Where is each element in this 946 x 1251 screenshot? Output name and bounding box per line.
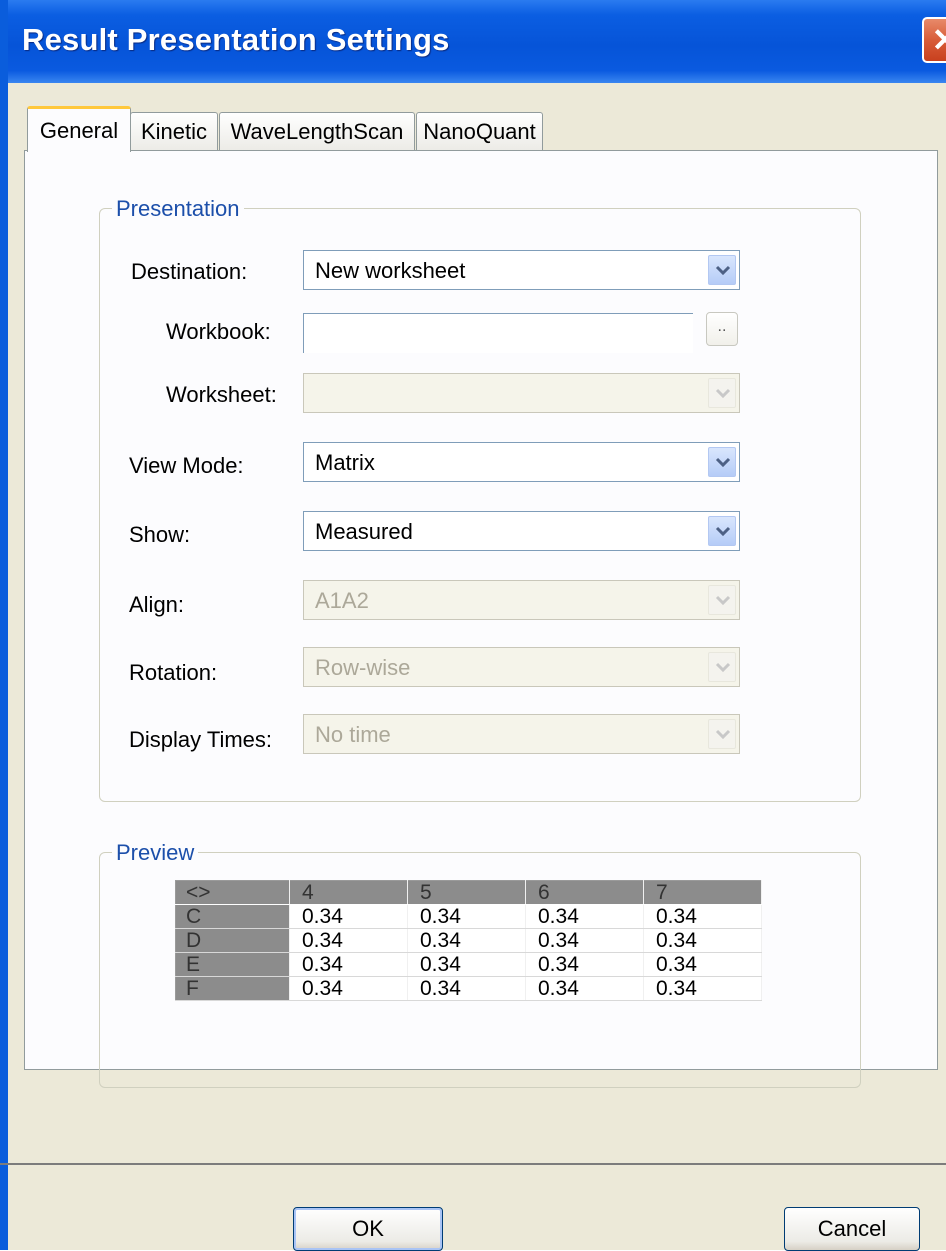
table-cell: 0.34 (525, 928, 644, 953)
workbook-label: Workbook: (166, 319, 271, 344)
rotation-label: Rotation: (129, 660, 218, 685)
chevron-down-icon[interactable] (708, 585, 736, 615)
table-cell: 0.34 (407, 904, 526, 929)
chevron-down-icon[interactable] (708, 447, 736, 477)
column-header: 4 (289, 880, 408, 905)
browse-workbook-button[interactable]: .. (706, 312, 738, 346)
table-cell: 0.34 (643, 904, 762, 929)
display-times-value: No time (315, 722, 391, 747)
table-cell: 0.34 (407, 976, 526, 1001)
tab-general[interactable]: General (27, 106, 131, 152)
row-header: D (175, 928, 290, 953)
show-select[interactable]: Measured (303, 511, 740, 551)
view-mode-select[interactable]: Matrix (303, 442, 740, 482)
row-header: E (175, 952, 290, 977)
table-cell: 0.34 (407, 928, 526, 953)
column-header: 5 (407, 880, 526, 905)
table-cell: 0.34 (407, 952, 526, 977)
chevron-down-icon[interactable] (708, 516, 736, 546)
presentation-group (99, 208, 861, 802)
display-times-label: Display Times: (129, 727, 273, 752)
align-label: Align: (129, 592, 185, 617)
destination-select[interactable]: New worksheet (303, 250, 740, 290)
view-mode-value: Matrix (315, 450, 375, 475)
cancel-button[interactable]: Cancel (784, 1207, 920, 1251)
chevron-down-icon[interactable] (708, 652, 736, 682)
window-title: Result Presentation Settings (22, 22, 450, 57)
table-cell: 0.34 (289, 952, 408, 977)
table-cell: 0.34 (289, 904, 408, 929)
preview-group-label: Preview (112, 840, 199, 866)
table-row: E 0.34 0.34 0.34 0.34 (175, 952, 762, 977)
destination-value: New worksheet (315, 258, 466, 283)
rotation-value: Row-wise (315, 655, 411, 680)
column-header: 7 (643, 880, 762, 905)
button-bar-separator (0, 1163, 946, 1165)
table-row: D 0.34 0.34 0.34 0.34 (175, 928, 762, 953)
preview-table: <> 4 5 6 7 C 0.34 0.34 0.34 0.34 D 0.34 … (175, 880, 762, 1001)
table-cell: 0.34 (289, 928, 408, 953)
rotation-select[interactable]: Row-wise (303, 647, 740, 687)
destination-label: Destination: (131, 259, 248, 284)
table-cell: 0.34 (643, 976, 762, 1001)
workbook-input[interactable] (303, 313, 693, 353)
close-icon[interactable]: ✕ (922, 17, 946, 63)
table-corner-cell: <> (175, 880, 290, 905)
column-header: 6 (525, 880, 644, 905)
row-header: F (175, 976, 290, 1001)
tab-wavelengthscan[interactable]: WaveLengthScan (219, 112, 415, 151)
table-cell: 0.34 (525, 952, 644, 977)
row-header: C (175, 904, 290, 929)
table-row: F 0.34 0.34 0.34 0.34 (175, 976, 762, 1001)
table-cell: 0.34 (643, 952, 762, 977)
table-cell: 0.34 (525, 976, 644, 1001)
table-cell: 0.34 (525, 904, 644, 929)
table-row: C 0.34 0.34 0.34 0.34 (175, 904, 762, 929)
table-cell: 0.34 (643, 928, 762, 953)
worksheet-select[interactable] (303, 373, 740, 413)
table-cell: 0.34 (289, 976, 408, 1001)
view-mode-label: View Mode: (129, 453, 244, 478)
show-label: Show: (129, 522, 191, 547)
title-bar[interactable]: Result Presentation Settings (8, 0, 946, 83)
worksheet-label: Worksheet: (166, 382, 277, 407)
tab-nanoquant[interactable]: NanoQuant (416, 112, 543, 151)
show-value: Measured (315, 519, 413, 544)
tab-kinetic[interactable]: Kinetic (130, 112, 218, 151)
display-times-select[interactable]: No time (303, 714, 740, 754)
chevron-down-icon[interactable] (708, 719, 736, 749)
align-value: A1A2 (315, 588, 369, 613)
chevron-down-icon[interactable] (708, 378, 736, 408)
presentation-group-label: Presentation (112, 196, 244, 222)
chevron-down-icon[interactable] (708, 255, 736, 285)
table-header-row: <> 4 5 6 7 (175, 880, 762, 905)
align-select[interactable]: A1A2 (303, 580, 740, 620)
ok-button[interactable]: OK (293, 1207, 443, 1251)
